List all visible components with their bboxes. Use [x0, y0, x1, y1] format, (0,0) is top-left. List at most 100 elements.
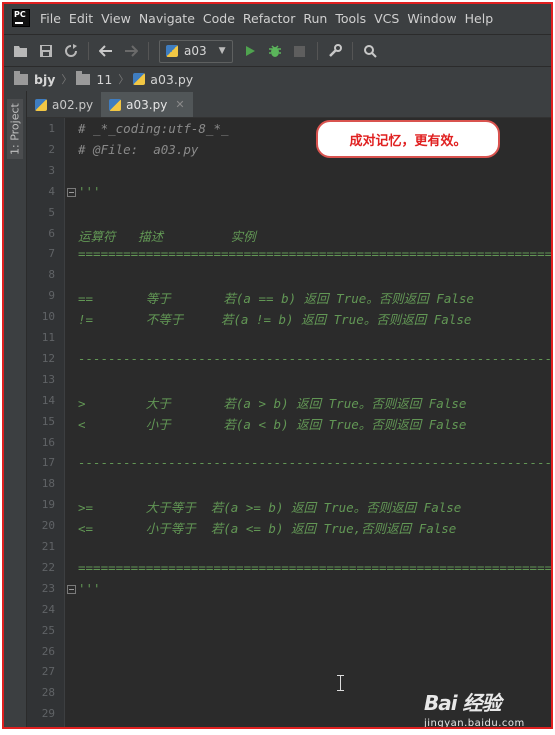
folder-icon — [76, 70, 91, 85]
line-number: 12 — [41, 351, 55, 365]
code-line: ----------------------------------------… — [78, 350, 553, 366]
line-number: 11 — [41, 331, 55, 344]
side-tool-strip: 1: Project — [4, 91, 27, 727]
code-line: ''' — [78, 580, 101, 596]
line-number: 21 — [41, 540, 55, 553]
watermark: Bai 经验 jingyan.baidu.com — [424, 687, 544, 729]
chevron-right-icon: 〉 — [61, 73, 73, 86]
line-number: 17 — [41, 456, 55, 470]
tab-a02[interactable]: a02.py — [27, 92, 101, 117]
menu-refactor[interactable]: Refactor — [243, 11, 295, 26]
python-file-icon — [35, 98, 47, 111]
code-line: > 大于 若(a > b) 返回 True。否则返回 False — [78, 395, 467, 411]
search-icon[interactable] — [362, 43, 378, 59]
forward-icon[interactable] — [123, 43, 139, 59]
line-number: 23 — [41, 581, 55, 595]
line-number: 22 — [41, 560, 55, 574]
breadcrumb-file[interactable]: a03.py — [150, 72, 193, 87]
line-number: 13 — [41, 372, 55, 386]
line-number: 20 — [41, 519, 55, 533]
python-file-icon — [166, 45, 178, 57]
menu-tools[interactable]: Tools — [335, 11, 366, 26]
tab-label: a02.py — [52, 97, 94, 112]
menu-code[interactable]: Code — [203, 11, 235, 26]
code-line: >= 大于等于 若(a >= b) 返回 True。否则返回 False — [78, 500, 462, 516]
tab-label: a03.py — [126, 97, 168, 112]
save-icon[interactable] — [38, 43, 54, 59]
line-number: 25 — [41, 623, 55, 637]
toolbar-separator — [351, 42, 353, 60]
code-editor[interactable]: 1 2 3 4 5 6 7 8 9 10 11 12 13 14 15 16 17 18 19 20 21 22 23 24 2… — [27, 118, 551, 727]
line-number: 27 — [41, 665, 55, 679]
ide-window: PC File Edit View Navigate Code Refactor… — [2, 2, 553, 729]
menu-edit[interactable]: Edit — [69, 11, 93, 26]
toolbar-separator — [316, 42, 318, 60]
editor-tabs: a02.py a03.py ✕ — [27, 91, 551, 118]
code-line: # @File: a03.py — [78, 141, 199, 157]
menu-window[interactable]: Window — [407, 11, 456, 26]
line-number: 1 — [48, 122, 55, 135]
chevron-right-icon: 〉 — [118, 73, 130, 86]
line-number: 7 — [48, 247, 55, 261]
open-icon[interactable] — [13, 43, 29, 59]
line-number: 6 — [48, 226, 55, 240]
fold-marker-icon[interactable] — [67, 584, 76, 594]
line-number: 15 — [41, 414, 55, 428]
menu-navigate[interactable]: Navigate — [139, 11, 195, 26]
line-number: 16 — [41, 435, 55, 449]
code-line: == 等于 若(a == b) 返回 True。否则返回 False — [78, 291, 474, 307]
code-line: < 小于 若(a < b) 返回 True。否则返回 False — [78, 416, 467, 432]
code-line: ========================================… — [78, 559, 553, 575]
menu-vcs[interactable]: VCS — [374, 11, 399, 26]
project-tool-tab[interactable]: 1: Project — [7, 99, 23, 159]
tab-a03[interactable]: a03.py ✕ — [101, 92, 193, 117]
code-line: ''' — [78, 183, 101, 199]
run-icon[interactable] — [242, 43, 258, 59]
run-config-label: a03 — [184, 44, 207, 58]
toolbar-separator — [88, 42, 89, 60]
folder-icon — [14, 70, 28, 85]
code-line: # _*_coding:utf-8_*_ — [78, 121, 229, 136]
menu-run[interactable]: Run — [303, 11, 327, 26]
line-number: 8 — [48, 268, 55, 282]
menu-help[interactable]: Help — [465, 11, 494, 26]
python-file-icon — [109, 98, 122, 111]
menu-view[interactable]: View — [101, 11, 131, 26]
line-number: 10 — [41, 310, 55, 324]
line-number: 24 — [41, 602, 55, 616]
fold-marker-icon[interactable] — [67, 187, 76, 197]
toolbar-separator — [148, 42, 149, 60]
back-icon[interactable] — [98, 43, 114, 59]
debug-icon[interactable] — [267, 43, 283, 59]
line-number: 4 — [48, 184, 55, 198]
watermark-url: jingyan.baidu.com — [424, 718, 525, 729]
line-gutter: 1 2 3 4 5 6 7 8 9 10 11 12 13 14 15 16 17 18 19 20 21 22 23 24 2… — [27, 118, 65, 727]
chevron-down-icon: ▼ — [218, 46, 226, 56]
run-config-select[interactable]: a03 ▼ — [159, 39, 233, 63]
line-number: 28 — [41, 686, 55, 700]
menu-file[interactable]: File — [40, 11, 61, 26]
wrench-icon[interactable] — [327, 43, 343, 59]
line-number: 9 — [48, 289, 55, 303]
python-file-icon — [133, 73, 146, 85]
code-line: ========================================… — [78, 246, 553, 262]
code-line: ----------------------------------------… — [78, 455, 553, 471]
pycharm-logo-icon: PC — [12, 9, 30, 27]
line-number: 26 — [41, 644, 55, 658]
line-number: 19 — [41, 498, 55, 512]
watermark-brand: Bai 经验 — [424, 691, 502, 715]
code-line: != 不等于 若(a != b) 返回 True。否则返回 False — [78, 312, 472, 328]
breadcrumb-project[interactable]: bjy — [34, 72, 55, 87]
line-number: 2 — [48, 142, 55, 156]
line-number: 5 — [48, 205, 55, 219]
menu-bar: PC File Edit View Navigate Code Refactor… — [4, 4, 551, 32]
annotation-callout: 成对记忆，更有效。 — [316, 120, 500, 158]
close-icon[interactable]: ✕ — [175, 98, 184, 111]
sync-icon[interactable] — [63, 43, 79, 59]
line-number: 14 — [41, 393, 55, 407]
toolbar: a03 ▼ — [4, 34, 551, 67]
line-number: 18 — [41, 477, 55, 491]
stop-icon[interactable] — [292, 43, 308, 59]
code-line: 运算符 描述 实例 — [78, 228, 256, 244]
breadcrumb-folder[interactable]: 11 — [96, 72, 112, 87]
